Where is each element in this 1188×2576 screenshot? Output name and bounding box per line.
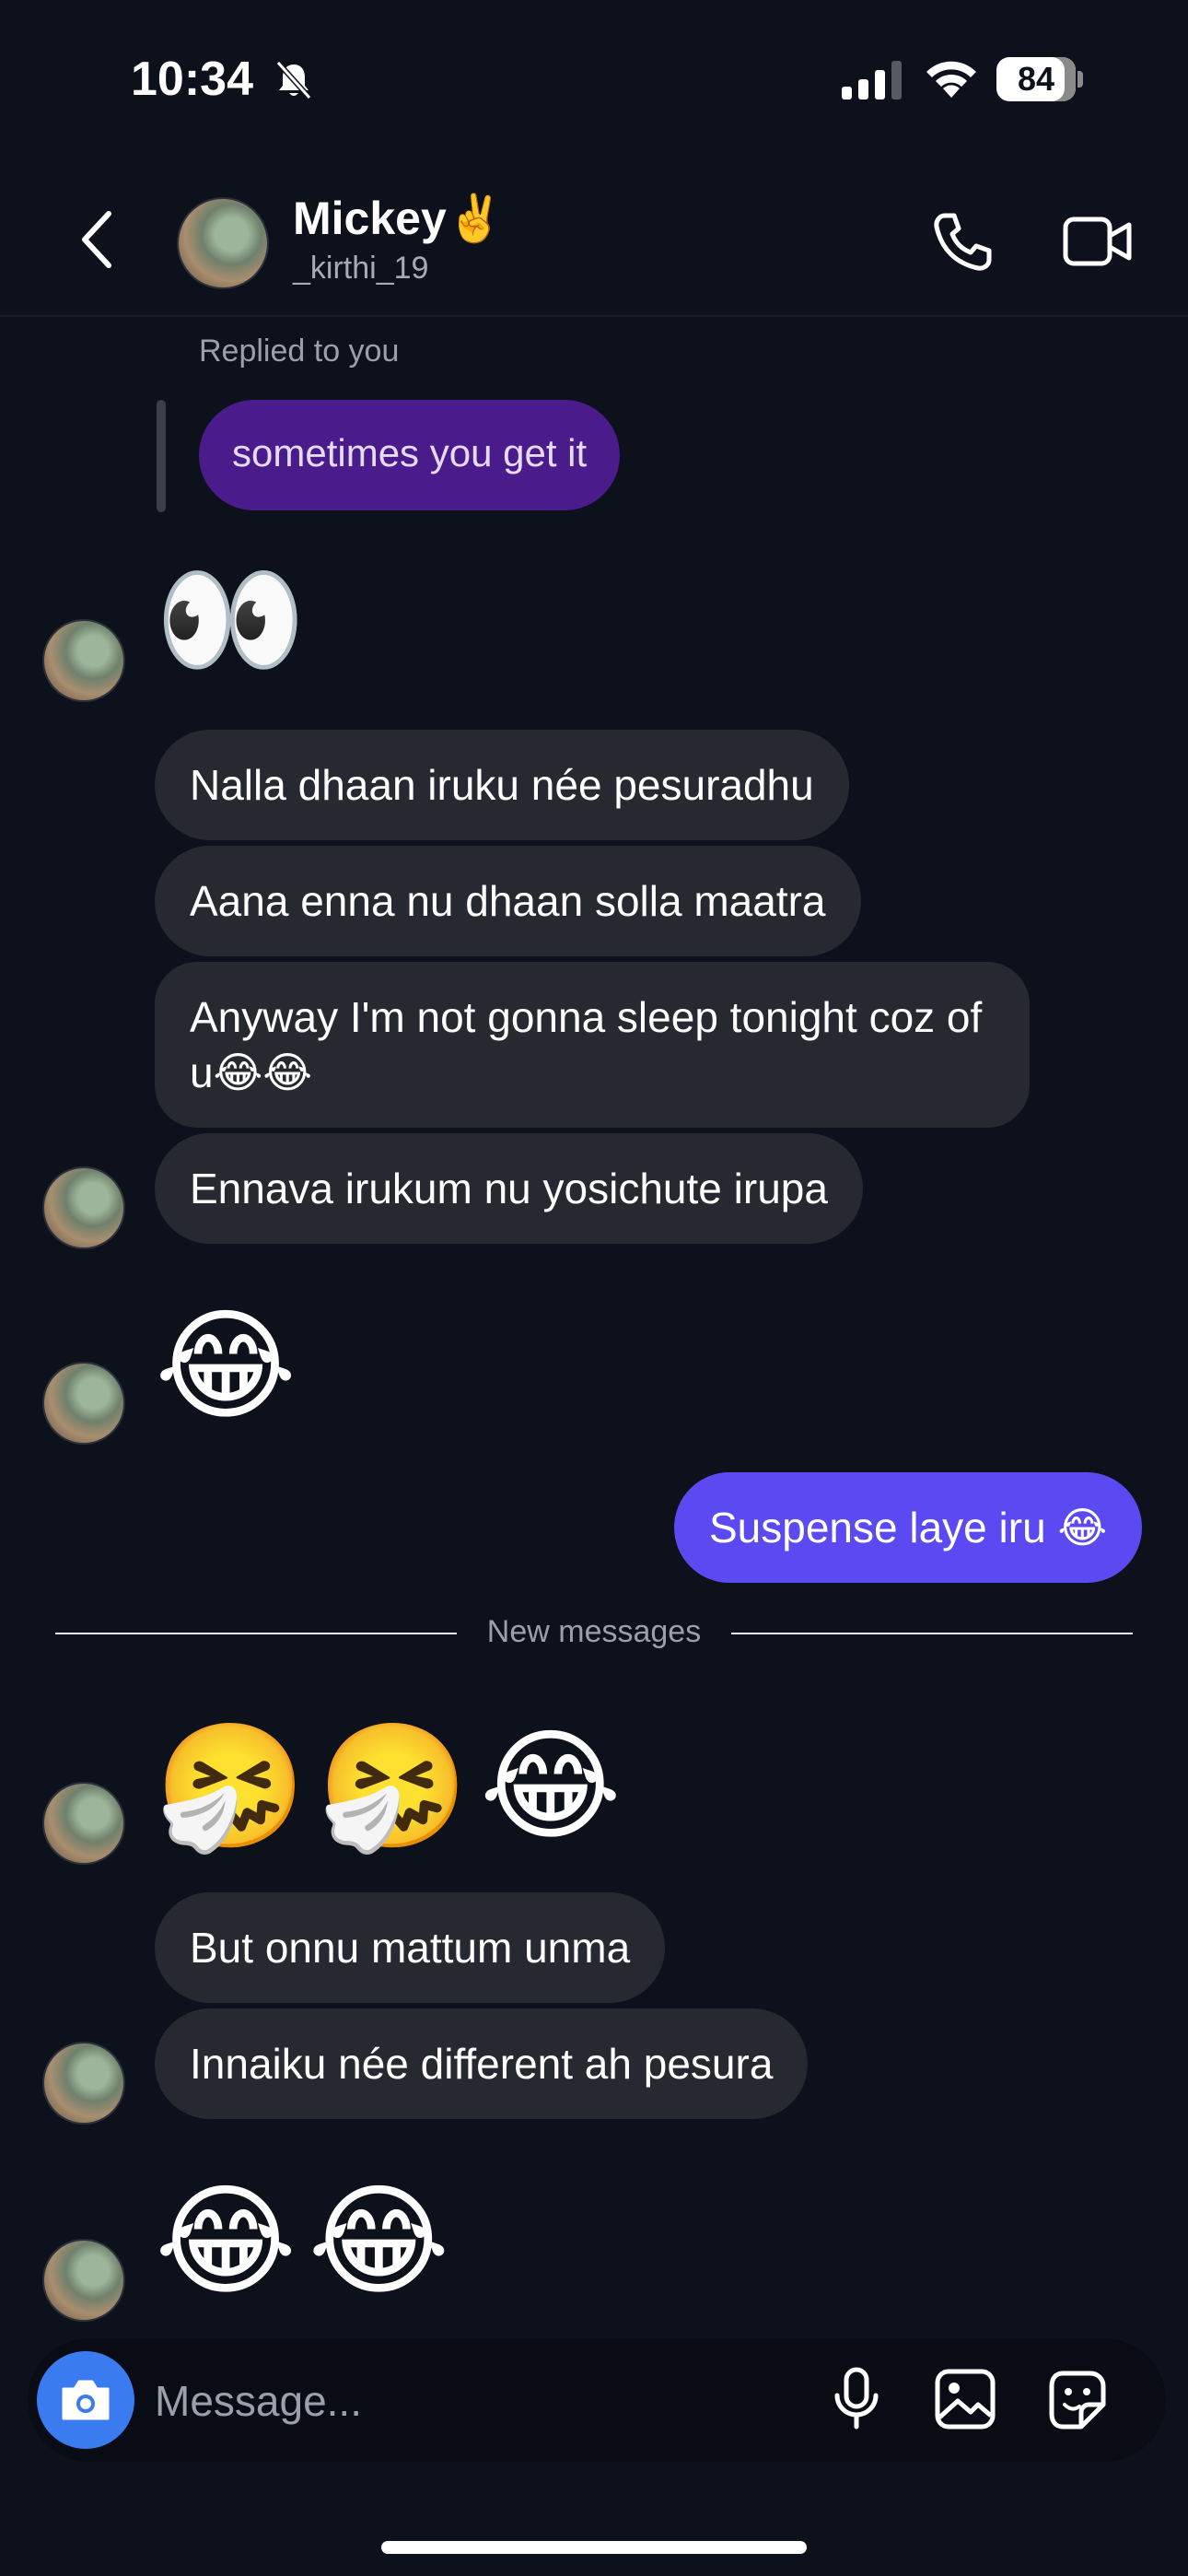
home-indicator[interactable] [381, 2541, 807, 2554]
laugh-emoji: 😂 [479, 1718, 622, 1854]
status-bar: 10:34 84 [0, 0, 1188, 157]
wifi-icon [926, 61, 976, 98]
laugh-emoji: 😂 [308, 2173, 450, 2309]
incoming-message[interactable]: Anyway I'm not gonna sleep tonight coz o… [155, 962, 1030, 1128]
incoming-message[interactable]: Ennava irukum nu yosichute irupa [155, 1133, 863, 1244]
chat-header: Mickey✌️ _kirthi_19 [0, 175, 1188, 317]
status-time: 10:34 [131, 53, 253, 106]
reply-indicator-bar [157, 400, 166, 512]
eyes-emoji-message[interactable]: 👀 [155, 551, 306, 689]
outgoing-message[interactable]: Suspense laye iru 😂 [674, 1472, 1143, 1583]
chat-screen: 10:34 84 Mickey✌️ _kirthi_19 Replied to … [0, 0, 1188, 2576]
battery-nub [1077, 71, 1083, 88]
contact-username[interactable]: _kirthi_19 [293, 251, 428, 287]
contact-avatar[interactable] [177, 197, 269, 289]
gallery-icon[interactable] [934, 2368, 996, 2430]
laugh-emoji-message[interactable]: 😂 [155, 1297, 297, 1435]
back-chevron-icon[interactable] [74, 206, 123, 273]
quoted-message-bubble[interactable]: sometimes you get it [199, 400, 621, 510]
sender-avatar[interactable] [42, 619, 125, 702]
incoming-message[interactable]: But onnu mattum unma [155, 1892, 666, 2003]
sender-avatar[interactable] [42, 1166, 125, 1249]
replied-label: Replied to you [199, 334, 400, 369]
laugh-emoji: 😂 [155, 2173, 297, 2309]
sneezing-emoji: 🤧 [317, 1718, 469, 1854]
bell-off-icon [275, 60, 312, 100]
emoji-row-message[interactable]: 🤧🤧😂 [155, 1717, 633, 1856]
sender-avatar[interactable] [42, 1362, 125, 1445]
emoji-row-message[interactable]: 😂😂 [155, 2172, 461, 2311]
phone-icon[interactable] [930, 210, 995, 275]
signal-icon [842, 61, 902, 100]
sneezing-emoji: 🤧 [155, 1718, 307, 1854]
sender-avatar[interactable] [42, 1782, 125, 1865]
sender-avatar[interactable] [42, 2042, 125, 2125]
message-input[interactable] [153, 2370, 635, 2432]
message-composer [28, 2338, 1166, 2462]
contact-name[interactable]: Mickey✌️ [293, 192, 504, 246]
microphone-icon[interactable] [829, 2366, 884, 2432]
incoming-message[interactable]: Aana enna nu dhaan solla maatra [155, 846, 861, 956]
sender-avatar[interactable] [42, 2239, 125, 2322]
sticker-icon[interactable] [1044, 2368, 1109, 2432]
incoming-message[interactable]: Nalla dhaan iruku née pesuradhu [155, 730, 849, 840]
battery-icon: 84 [996, 57, 1076, 101]
video-camera-icon[interactable] [1063, 212, 1133, 271]
incoming-message[interactable]: Innaiku née different ah pesura [155, 2008, 809, 2119]
divider-line-right [731, 1633, 1133, 1634]
camera-icon [62, 2380, 110, 2420]
camera-button[interactable] [37, 2351, 134, 2449]
